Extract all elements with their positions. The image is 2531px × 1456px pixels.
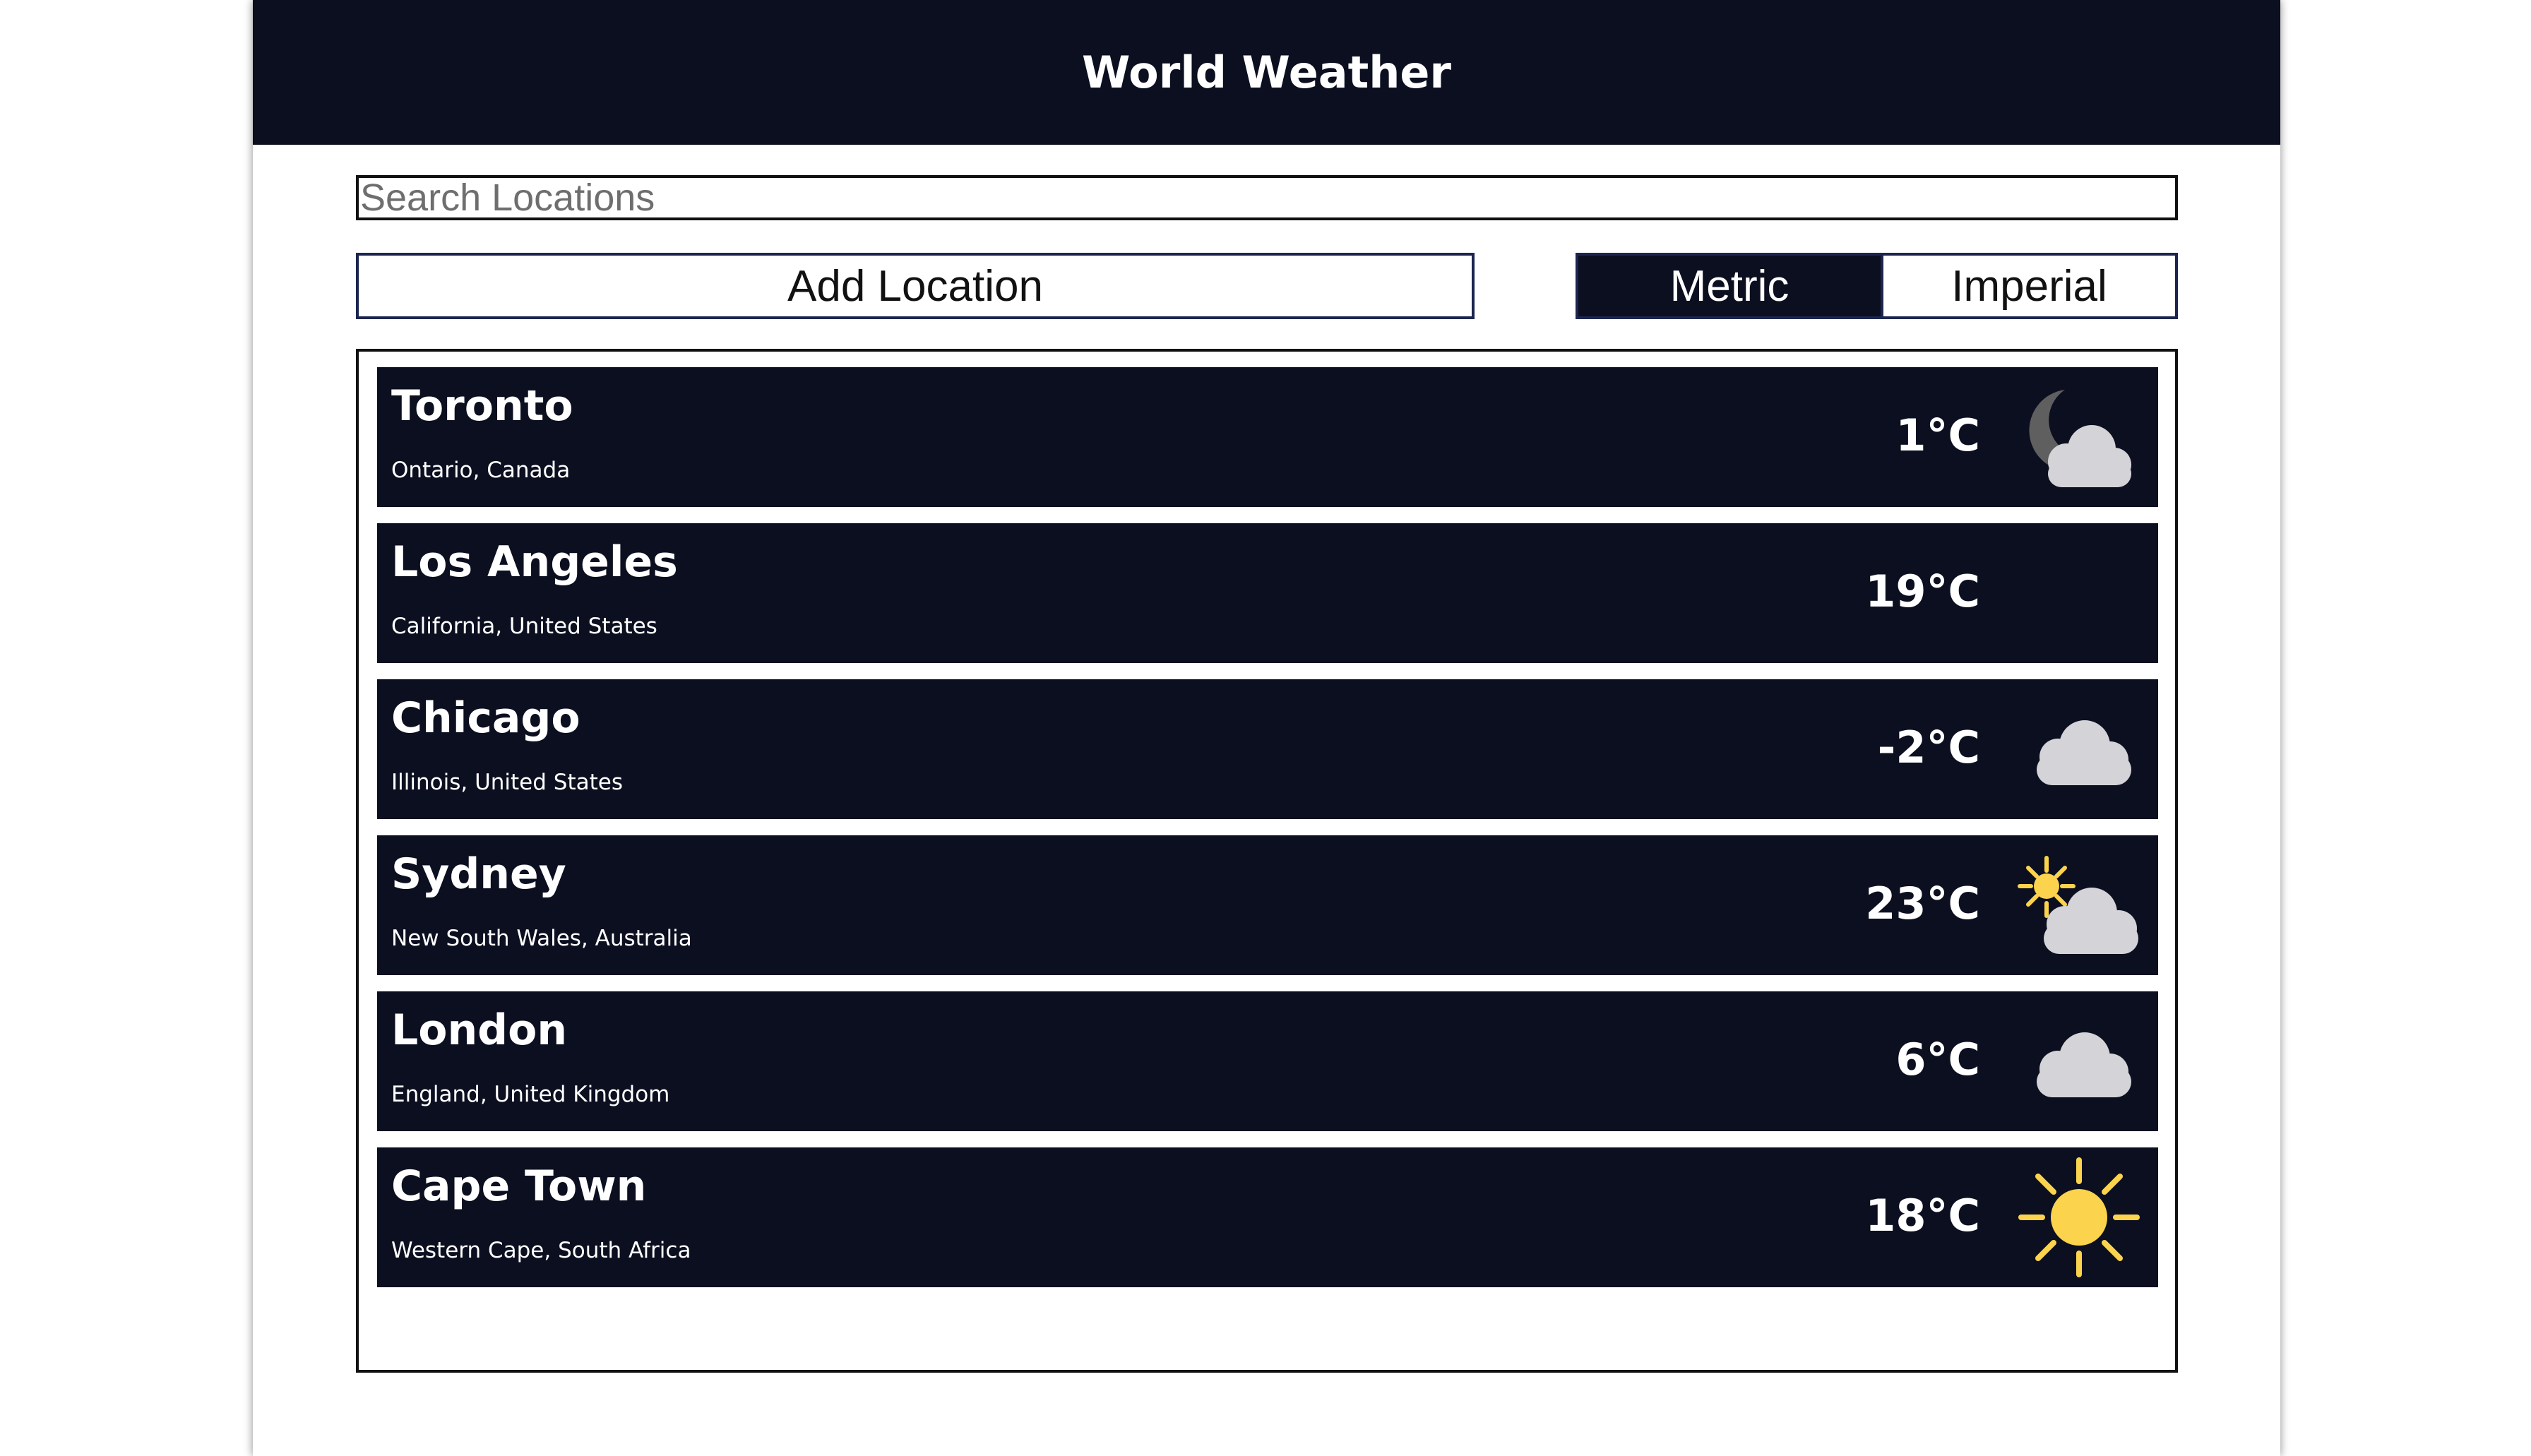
app-window: World Weather Add Location Metric Imperi… (253, 0, 2280, 1456)
header-bar: World Weather (253, 0, 2280, 145)
location-card[interactable]: London England, United Kingdom 6°C (377, 991, 2158, 1131)
temperature: 6°C (1895, 1034, 1980, 1085)
moon-icon (2051, 546, 2099, 642)
temperature: 19°C (1865, 566, 1980, 617)
temperature: 1°C (1895, 410, 1980, 461)
location-card[interactable]: Toronto Ontario, Canada 1°C (377, 367, 2158, 507)
cloud-icon (2037, 1032, 2131, 1097)
cloud-icon (2037, 720, 2131, 785)
region-name: Illinois, United States (391, 770, 623, 795)
page-title: World Weather (1081, 47, 1452, 98)
city-name: Chicago (391, 693, 580, 743)
location-card[interactable]: Los Angeles California, United States 19… (377, 523, 2158, 663)
metric-button[interactable]: Metric (1576, 253, 1883, 319)
add-location-button[interactable]: Add Location (356, 253, 1475, 319)
city-name: London (391, 1006, 568, 1055)
city-name: Los Angeles (391, 537, 678, 587)
region-name: New South Wales, Australia (391, 926, 692, 951)
location-card[interactable]: Sydney New South Wales, Australia 23°C (377, 835, 2158, 975)
region-name: Western Cape, South Africa (391, 1238, 691, 1263)
location-card[interactable]: Chicago Illinois, United States -2°C (377, 679, 2158, 819)
city-name: Cape Town (391, 1162, 647, 1211)
imperial-button[interactable]: Imperial (1883, 253, 2178, 319)
temperature: -2°C (1877, 722, 1980, 773)
city-name: Sydney (391, 849, 566, 899)
city-name: Toronto (391, 381, 573, 431)
unit-toggle: Metric Imperial (1576, 253, 2178, 319)
temperature: 18°C (1865, 1190, 1980, 1241)
temperature: 23°C (1865, 878, 1980, 929)
sun-icon (2018, 1157, 2140, 1277)
location-card[interactable]: Cape Town Western Cape, South Africa 18°… (377, 1147, 2158, 1287)
search-input[interactable] (356, 175, 2178, 220)
region-name: England, United Kingdom (391, 1082, 670, 1107)
region-name: California, United States (391, 614, 657, 639)
moon-cloud-icon (2029, 390, 2131, 487)
region-name: Ontario, Canada (391, 458, 571, 483)
sun-cloud-icon (2018, 856, 2138, 954)
